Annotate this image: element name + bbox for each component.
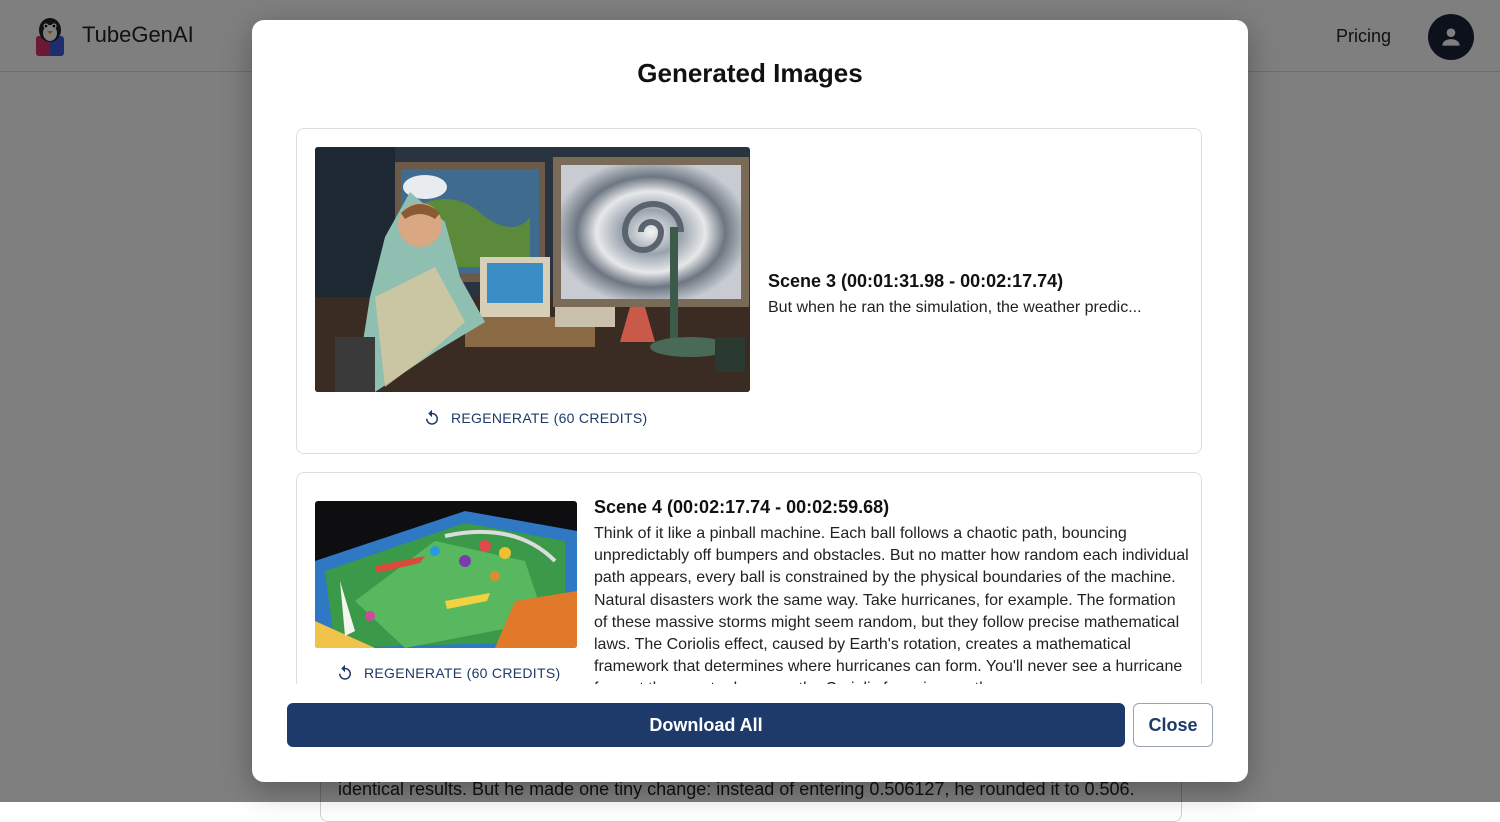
scene-4-regenerate-button[interactable]: REGENERATE (60 CREDITS) [336, 664, 560, 682]
close-button[interactable]: Close [1133, 703, 1213, 747]
scene-4-image [315, 501, 577, 648]
scenes-scroll-area[interactable]: REGENERATE (60 CREDITS) Scene 3 (00:01:3… [296, 128, 1206, 684]
modal-title: Generated Images [637, 58, 863, 88]
scene-4-description: Think of it like a pinball machine. Each… [594, 525, 1189, 684]
generated-images-modal: Generated Images REGENERATE (60 CREDITS)… [252, 20, 1248, 782]
scene-3-image [315, 147, 750, 392]
scene-4-title: Scene 4 (00:02:17.74 - 00:02:59.68) [594, 497, 890, 517]
regenerate-label: REGENERATE (60 CREDITS) [364, 665, 561, 681]
refresh-icon [426, 409, 438, 425]
scene-3-title: Scene 3 (00:01:31.98 - 00:02:17.74) [768, 271, 1064, 291]
refresh-icon [339, 664, 351, 680]
download-all-button[interactable]: Download All [287, 703, 1125, 747]
scene-3-description: But when he ran the simulation, the weat… [768, 299, 1142, 316]
scene-card: REGENERATE (60 CREDITS) Scene 3 (00:01:3… [296, 128, 1202, 454]
regenerate-label: REGENERATE (60 CREDITS) [451, 410, 648, 426]
scene-card: REGENERATE (60 CREDITS) Scene 4 (00:02:1… [296, 472, 1202, 684]
scene-3-regenerate-button[interactable]: REGENERATE (60 CREDITS) [423, 409, 647, 427]
